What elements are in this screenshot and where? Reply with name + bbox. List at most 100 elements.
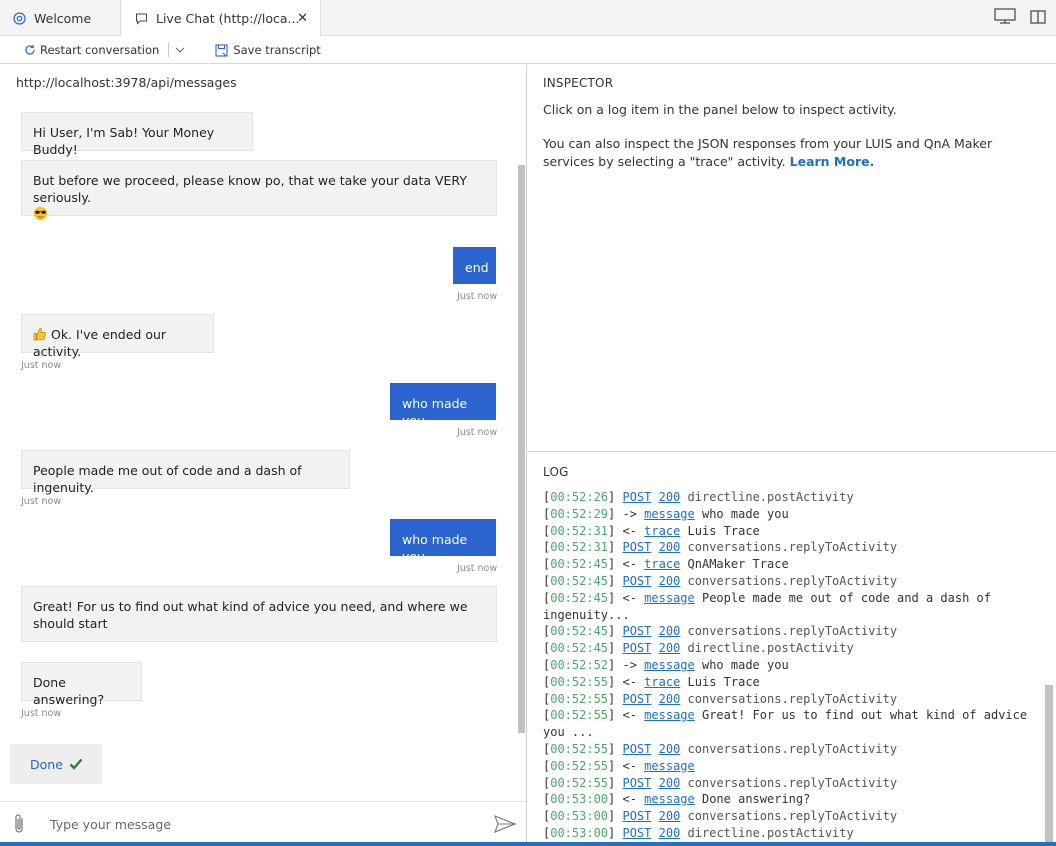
log-timestamp: 00:52:45 <box>550 641 609 656</box>
suggested-action-done-button[interactable]: Done <box>10 744 102 784</box>
split-view-icon[interactable] <box>1030 9 1046 28</box>
log-bracket: ] <box>608 641 623 656</box>
learn-more-link[interactable]: Learn More. <box>790 154 875 169</box>
message-composer <box>0 801 526 846</box>
log-entry: [00:52:55] <- message Great! For us to f… <box>543 707 1038 741</box>
log-bracket: ] <box>608 557 623 572</box>
log-description: conversations.replyToActivity <box>687 809 898 824</box>
attachment-icon[interactable] <box>12 813 26 839</box>
log-description: Done answering? <box>701 792 811 807</box>
log-entry: [00:52:55] <- trace Luis Trace <box>543 674 1038 691</box>
log-status-code[interactable]: 200 <box>659 809 681 823</box>
log-timestamp: 00:52:55 <box>550 741 609 756</box>
save-transcript-button[interactable]: Save transcript <box>215 37 321 63</box>
log-description: conversations.replyToActivity <box>687 741 898 756</box>
log-status-code[interactable]: 200 <box>659 641 681 655</box>
restart-conversation-button[interactable]: Restart conversation <box>24 37 159 63</box>
log-timestamp: 00:52:45 <box>550 590 609 605</box>
log-bracket: ] <box>608 523 623 538</box>
log-activity-link[interactable]: trace <box>644 675 680 689</box>
log-bracket: ] <box>608 825 623 840</box>
log-entry: [00:52:55] POST 200 conversations.replyT… <box>543 691 1038 708</box>
message-text: who made you <box>402 396 468 428</box>
log-post-link[interactable]: POST <box>622 641 651 655</box>
log-timestamp: 00:52:55 <box>550 708 609 723</box>
log-entry: [00:52:55] <- message <box>543 758 1038 775</box>
log-status-code[interactable]: 200 <box>659 692 681 706</box>
log-direction: <- <box>622 557 637 572</box>
log-direction: <- <box>622 708 637 723</box>
chat-scrollbar-thumb[interactable] <box>518 165 525 733</box>
log-activity-link[interactable]: message <box>644 792 695 806</box>
log-entry: [00:52:29] -> message who made you <box>543 506 1038 523</box>
log-status-code[interactable]: 200 <box>659 742 681 756</box>
log-status-code[interactable]: 200 <box>659 574 681 588</box>
log-direction: -> <box>622 657 637 672</box>
message-text: Great! For us to find out what kind of a… <box>33 599 468 631</box>
log-entry: [00:52:52] -> message who made you <box>543 657 1038 674</box>
log-activity-link[interactable]: trace <box>644 557 680 571</box>
log-post-link[interactable]: POST <box>622 692 651 706</box>
log-timestamp: 00:52:55 <box>550 775 609 790</box>
log-description: conversations.replyToActivity <box>687 573 898 588</box>
message-text: Hi User, I'm Sab! Your Money Buddy! <box>33 125 215 157</box>
tab-welcome[interactable]: Welcome <box>0 0 121 36</box>
log-post-link[interactable]: POST <box>622 574 651 588</box>
log-bracket: ] <box>608 590 623 605</box>
tab-live-chat[interactable]: Live Chat (http://loca... ✕ <box>122 0 321 37</box>
log-timestamp: 00:52:31 <box>550 540 609 555</box>
message-timestamp: Just now <box>21 360 62 371</box>
log-description: conversations.replyToActivity <box>687 775 898 790</box>
log-bracket: ] <box>608 540 623 555</box>
log-description: directline.postActivity <box>687 641 854 656</box>
log-bracket: ] <box>608 792 623 807</box>
message-timestamp: Just now <box>21 708 62 719</box>
log-bracket: ] <box>608 758 623 773</box>
log-activity-link[interactable]: trace <box>644 524 680 538</box>
message-timestamp: Just now <box>457 291 498 302</box>
log-post-link[interactable]: POST <box>622 742 651 756</box>
log-description: conversations.replyToActivity <box>687 540 898 555</box>
log-activity-link[interactable]: message <box>644 507 695 521</box>
bot-message: People made me out of code and a dash of… <box>21 450 350 495</box>
inspector-panel: INSPECTOR Click on a log item in the pan… <box>527 65 1056 451</box>
message-text: People made me out of code and a dash of… <box>33 463 302 495</box>
log-status-code[interactable]: 200 <box>659 776 681 790</box>
log-activity-link[interactable]: message <box>644 591 695 605</box>
monitor-icon[interactable] <box>994 8 1016 28</box>
bot-message: But before we proceed, please know po, t… <box>21 160 497 221</box>
log-status-code[interactable]: 200 <box>659 826 681 840</box>
thumbs-up-emoji-icon <box>33 327 51 342</box>
log-bracket: ] <box>608 657 623 672</box>
log-timestamp: 00:52:31 <box>550 523 609 538</box>
log-post-link[interactable]: POST <box>622 809 651 823</box>
bot-message: Done answering? <box>21 662 142 707</box>
log-status-code[interactable]: 200 <box>659 624 681 638</box>
log-activity-link[interactable]: message <box>644 708 695 722</box>
log-post-link[interactable]: POST <box>622 624 651 638</box>
save-icon <box>215 43 229 57</box>
tab-bar: Welcome Live Chat (http://loca... ✕ <box>0 0 1056 37</box>
chat-icon <box>134 12 148 26</box>
chevron-down-icon[interactable] <box>175 43 185 57</box>
log-direction: -> <box>622 506 637 521</box>
log-activity-link[interactable]: message <box>644 759 695 773</box>
log-post-link[interactable]: POST <box>622 490 651 504</box>
log-post-link[interactable]: POST <box>622 826 651 840</box>
log-timestamp: 00:52:55 <box>550 691 609 706</box>
message-list: Hi User, I'm Sab! Your Money Buddy! But … <box>0 105 516 802</box>
log-status-code[interactable]: 200 <box>659 540 681 554</box>
send-icon[interactable] <box>494 815 517 837</box>
log-scrollbar-thumb[interactable] <box>1045 685 1053 845</box>
log-status-code[interactable]: 200 <box>659 490 681 504</box>
log-activity-link[interactable]: message <box>644 658 695 672</box>
log-timestamp: 00:53:00 <box>550 792 609 807</box>
log-entry: [00:53:00] POST 200 directline.postActiv… <box>543 825 1038 842</box>
message-input[interactable] <box>50 810 470 838</box>
close-icon[interactable]: ✕ <box>297 11 308 26</box>
log-post-link[interactable]: POST <box>622 776 651 790</box>
log-entry: [00:52:55] POST 200 conversations.replyT… <box>543 741 1038 758</box>
message-text: But before we proceed, please know po, t… <box>33 173 467 205</box>
log-post-link[interactable]: POST <box>622 540 651 554</box>
log-direction: <- <box>622 758 637 773</box>
